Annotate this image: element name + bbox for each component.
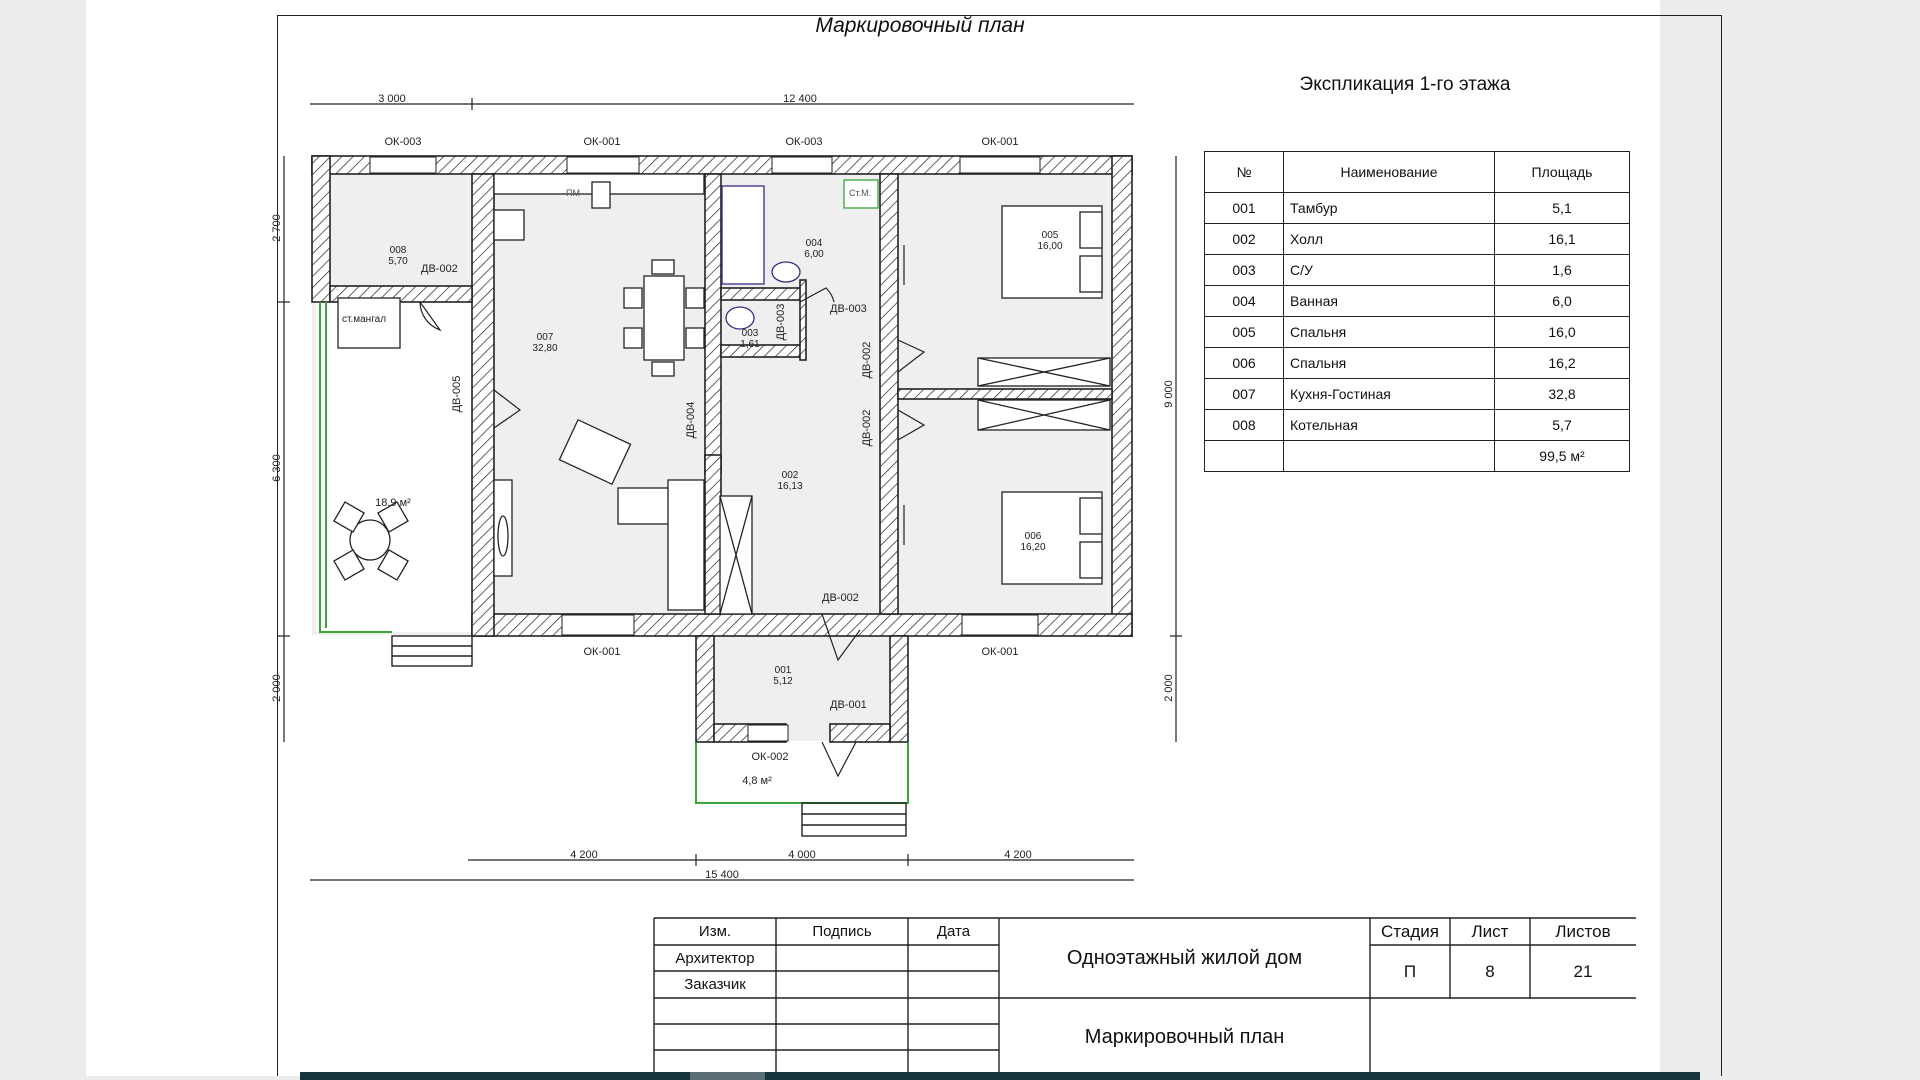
explication-header-row: № Наименование Площадь (1204, 151, 1630, 193)
tb-podpis: Подпись (812, 923, 872, 940)
room-no: 002 (1204, 223, 1284, 255)
room-name: Кухня-Гостиная (1283, 378, 1495, 410)
room-name: Ванная (1283, 285, 1495, 317)
tb-architect: Архитектор (675, 949, 755, 967)
tb-customer: Заказчик (684, 976, 746, 993)
explication-row: 006 Спальня 16,2 (1204, 347, 1630, 379)
tb-sheets: 21 (1573, 961, 1593, 981)
col-header-area: Площадь (1494, 151, 1630, 193)
room-no: 007 (1204, 378, 1284, 410)
tb-sheet-label: Лист (1471, 921, 1509, 941)
plan-title: Маркировочный план (815, 14, 1025, 37)
room-no: 001 (1204, 192, 1284, 224)
explication-row: 001 Тамбур 5,1 (1204, 192, 1630, 224)
room-name: Холл (1283, 223, 1495, 255)
room-area-value: 16,1 (1494, 223, 1630, 255)
col-header-name: Наименование (1283, 151, 1495, 193)
document-viewer: Маркировочный план Экспликация 1-го этаж… (0, 0, 1920, 1080)
room-no: 004 (1204, 285, 1284, 317)
explication-title: Экспликация 1-го этажа (1299, 74, 1511, 95)
scrollbar-thumb[interactable] (690, 1072, 765, 1080)
tb-data: Дата (936, 923, 971, 940)
tb-sheets-label: Листов (1555, 921, 1611, 941)
total-empty-cell (1283, 440, 1495, 472)
room-name: Спальня (1283, 316, 1495, 348)
tb-stage: П (1403, 961, 1417, 981)
room-area-value: 32,8 (1494, 378, 1630, 410)
viewer-bottom-bar[interactable] (300, 1072, 1700, 1080)
room-area-value: 1,6 (1494, 254, 1630, 286)
tb-izm: Изм. (698, 923, 732, 940)
room-area-value: 16,2 (1494, 347, 1630, 379)
explication-table: № Наименование Площадь 001 Тамбур 5,1 002 Хо… (1204, 151, 1630, 472)
room-area-value: 16,0 (1494, 316, 1630, 348)
explication-row: 003 С/У 1,6 (1204, 254, 1630, 286)
room-no: 008 (1204, 409, 1284, 441)
tb-sheet: 8 (1485, 961, 1495, 981)
room-no: 003 (1204, 254, 1284, 286)
room-name: Котельная (1283, 409, 1495, 441)
room-no: 005 (1204, 316, 1284, 348)
explication-row: 007 Кухня-Гостиная 32,8 (1204, 378, 1630, 410)
explication-row: 008 Котельная 5,7 (1204, 409, 1630, 441)
tb-project: Одноэтажный жилой дом (1066, 946, 1303, 969)
explication-total-row: 99,5 м² (1204, 440, 1630, 472)
room-name: Тамбур (1283, 192, 1495, 224)
total-area: 99,5 м² (1494, 440, 1630, 472)
room-area-value: 5,1 (1494, 192, 1630, 224)
explication-row: 004 Ванная 6,0 (1204, 285, 1630, 317)
col-header-no: № (1204, 151, 1284, 193)
tb-sheet-title: Маркировочный план (1084, 1025, 1285, 1048)
room-area-value: 6,0 (1494, 285, 1630, 317)
room-no: 006 (1204, 347, 1284, 379)
title-block: Изм. Подпись Дата Архитектор Заказчик Од… (654, 918, 1636, 1076)
explication-row: 005 Спальня 16,0 (1204, 316, 1630, 348)
total-empty-cell (1204, 440, 1284, 472)
room-area-value: 5,7 (1494, 409, 1630, 441)
room-name: Спальня (1283, 347, 1495, 379)
explication-row: 002 Холл 16,1 (1204, 223, 1630, 255)
tb-stage-label: Стадия (1381, 921, 1439, 941)
room-name: С/У (1283, 254, 1495, 286)
